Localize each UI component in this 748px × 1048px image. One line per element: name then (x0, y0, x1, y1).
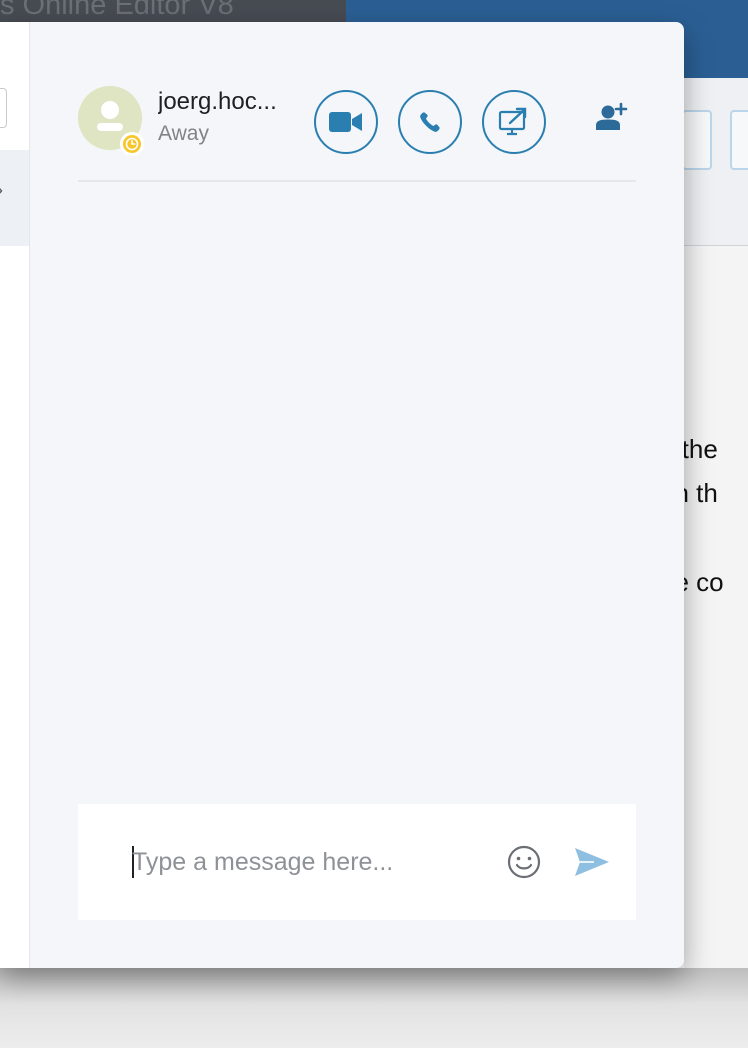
message-composer (78, 804, 636, 920)
send-button[interactable] (574, 846, 610, 878)
toolbar-button[interactable] (730, 110, 748, 170)
avatar[interactable] (78, 86, 144, 156)
smiley-icon (507, 845, 541, 879)
contact-status: Away (158, 122, 209, 145)
add-user-icon (596, 102, 628, 130)
conversation-list-item-selected[interactable] (0, 150, 29, 246)
video-camera-icon (329, 112, 362, 132)
background-app-title: s Online Editor V8 (0, 0, 234, 21)
chevron-icon: › (0, 180, 3, 201)
background-document (684, 246, 748, 1048)
window-shadow (0, 968, 748, 1048)
send-icon (575, 848, 609, 876)
toolbar-button[interactable] (682, 110, 712, 170)
away-status-icon (120, 132, 144, 156)
conversation-search-input[interactable] (0, 88, 7, 128)
emoji-button[interactable] (506, 844, 542, 880)
video-call-button[interactable] (314, 90, 378, 154)
conversation-list-pane: › (0, 22, 30, 968)
background-app-title-bar: s Online Editor V8 (0, 0, 346, 24)
chat-header: joerg.hoc... Away (78, 82, 636, 182)
background-app-toolbar (682, 78, 748, 246)
add-participant-button[interactable] (594, 100, 630, 136)
contact-name: joerg.hoc... (158, 88, 277, 115)
message-input[interactable] (132, 840, 462, 884)
clock-icon (125, 137, 139, 151)
phone-icon (420, 112, 440, 132)
screen-share-button[interactable] (482, 90, 546, 154)
audio-call-button[interactable] (398, 90, 462, 154)
chat-window: › joerg.hoc... Away (0, 22, 684, 968)
screen-share-icon (498, 107, 527, 136)
